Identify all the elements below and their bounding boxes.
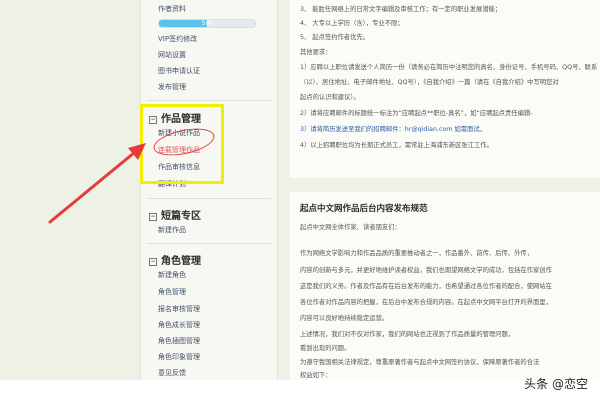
watermark: 头条 @恋空 [524,377,588,391]
red-arrow-annotation [48,143,146,224]
screenshot-frame: 作者资料 50% VIP签约修改 网站设置 图书申请认证 发布管理 − 作品管理 … [0,0,600,380]
